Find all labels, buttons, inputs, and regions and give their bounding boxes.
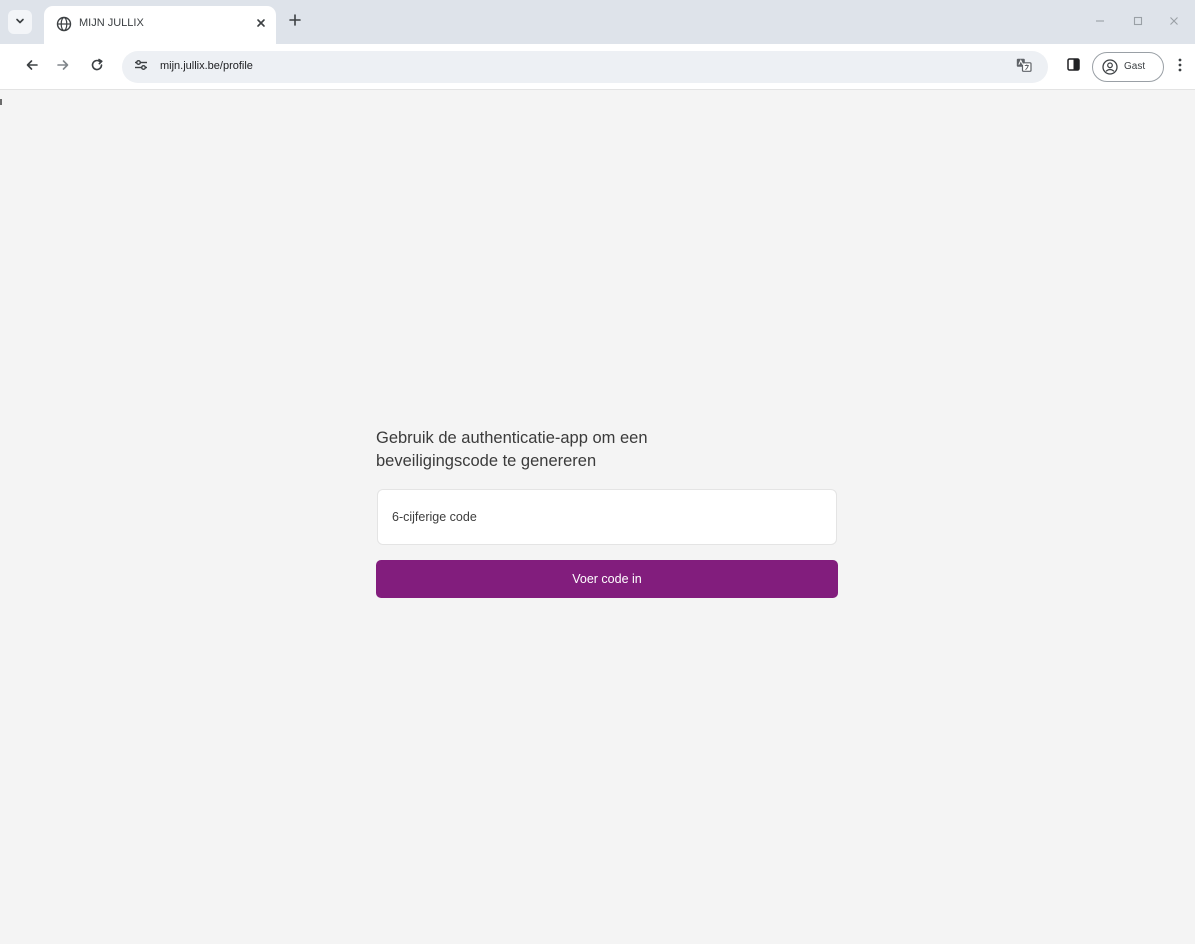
site-info-button[interactable]: [132, 58, 150, 76]
globe-icon: [56, 16, 72, 32]
close-window-button[interactable]: [1160, 8, 1188, 36]
close-icon: [256, 15, 266, 33]
browser-tab[interactable]: MIJN JULLIX: [44, 6, 276, 44]
page-edge-marker: [0, 99, 2, 105]
chevron-down-icon: [15, 13, 25, 31]
close-icon: [1169, 13, 1179, 31]
browser-toolbar: mijn.jullix.be/profile Gast: [0, 44, 1195, 90]
back-button[interactable]: [20, 55, 44, 79]
page-content: Gebruik de authenticatie-app om een beve…: [0, 91, 1195, 944]
tab-search-button[interactable]: [8, 10, 32, 34]
guest-profile-icon: [1102, 59, 1118, 75]
forward-button[interactable]: [51, 55, 75, 79]
translate-icon: [1016, 58, 1032, 77]
arrow-left-icon: [25, 58, 39, 77]
minimize-icon: [1095, 13, 1105, 31]
browser-menu-button[interactable]: [1170, 55, 1190, 79]
minimize-button[interactable]: [1086, 8, 1114, 36]
translate-button[interactable]: [1012, 55, 1036, 79]
tab-title: MIJN JULLIX: [79, 17, 144, 29]
plus-icon: [289, 13, 301, 31]
tab-strip: MIJN JULLIX: [0, 0, 1195, 44]
auth-instruction-heading: Gebruik de authenticatie-app om een beve…: [376, 429, 648, 470]
profile-label: Gast: [1124, 61, 1146, 72]
url-text[interactable]: mijn.jullix.be/profile: [160, 60, 253, 72]
address-bar[interactable]: mijn.jullix.be/profile: [122, 51, 1048, 83]
side-panel-button[interactable]: [1061, 55, 1085, 79]
maximize-button[interactable]: [1124, 8, 1152, 36]
submit-code-button[interactable]: Voer code in: [376, 560, 838, 598]
side-panel-icon: [1066, 58, 1080, 76]
maximize-icon: [1133, 13, 1143, 31]
reload-icon: [90, 58, 104, 77]
authentication-form: Gebruik de authenticatie-app om een beve…: [376, 427, 838, 598]
arrow-right-icon: [56, 58, 70, 77]
tune-icon: [134, 58, 148, 76]
more-vertical-icon: [1178, 58, 1182, 77]
new-tab-button[interactable]: [284, 11, 306, 33]
profile-button[interactable]: Gast: [1092, 52, 1164, 82]
close-tab-button[interactable]: [252, 15, 270, 33]
verification-code-input[interactable]: [377, 489, 837, 545]
reload-button[interactable]: [85, 55, 109, 79]
